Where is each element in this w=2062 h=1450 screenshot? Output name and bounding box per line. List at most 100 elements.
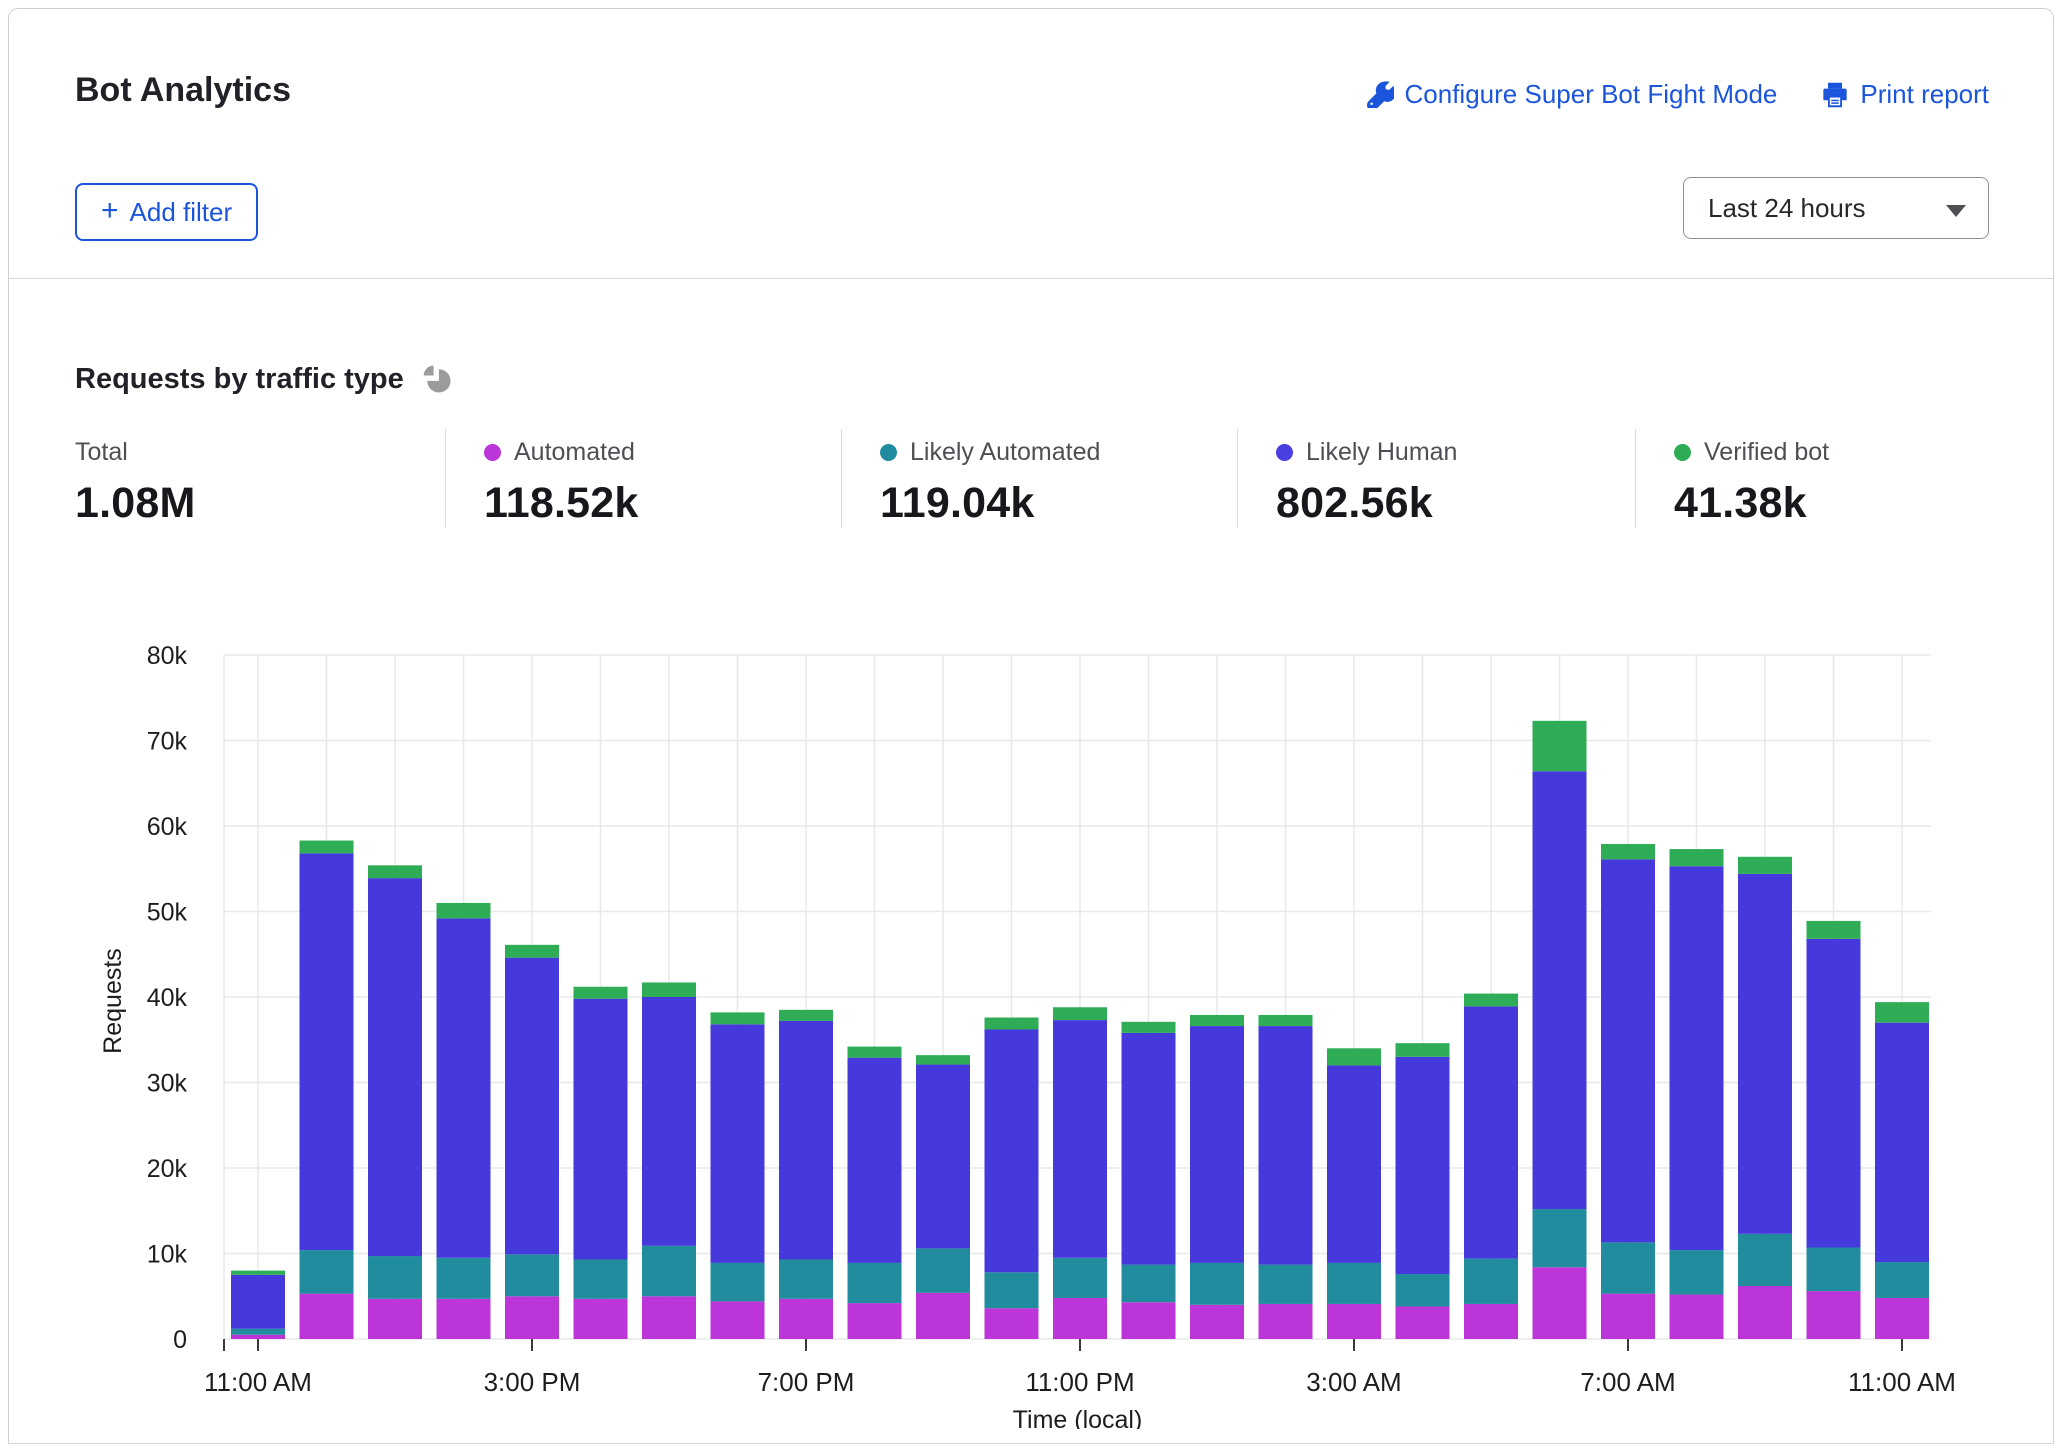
bar-segment-likely-human[interactable] <box>985 1029 1039 1272</box>
bar-segment-likely-automated[interactable] <box>300 1250 354 1294</box>
bar-segment-automated[interactable] <box>1396 1307 1450 1339</box>
bar-segment-automated[interactable] <box>711 1301 765 1339</box>
bar-segment-likely-human[interactable] <box>574 999 628 1260</box>
bar-segment-likely-automated[interactable] <box>1533 1209 1587 1267</box>
bar-segment-likely-automated[interactable] <box>505 1254 559 1296</box>
bar-segment-verified-bot[interactable] <box>985 1018 1039 1030</box>
bar-segment-likely-human[interactable] <box>1259 1026 1313 1265</box>
bar-segment-likely-automated[interactable] <box>1396 1274 1450 1306</box>
bar-segment-automated[interactable] <box>1807 1291 1861 1339</box>
bar-segment-likely-human[interactable] <box>1053 1020 1107 1258</box>
bar-segment-automated[interactable] <box>1670 1295 1724 1339</box>
bar-segment-likely-automated[interactable] <box>1670 1250 1724 1294</box>
bar-segment-likely-automated[interactable] <box>574 1259 628 1298</box>
bar-segment-likely-human[interactable] <box>1807 939 1861 1248</box>
bar-segment-automated[interactable] <box>300 1294 354 1339</box>
bar-segment-verified-bot[interactable] <box>1601 844 1655 859</box>
bar-segment-likely-human[interactable] <box>1396 1057 1450 1274</box>
bar-segment-likely-automated[interactable] <box>1738 1234 1792 1286</box>
bar-segment-automated[interactable] <box>1190 1305 1244 1339</box>
bar-segment-likely-automated[interactable] <box>711 1263 765 1301</box>
bar-segment-verified-bot[interactable] <box>505 945 559 958</box>
bar-segment-verified-bot[interactable] <box>574 987 628 999</box>
bar-segment-likely-automated[interactable] <box>985 1272 1039 1308</box>
bar-segment-automated[interactable] <box>574 1299 628 1339</box>
add-filter-button[interactable]: + Add filter <box>75 183 258 241</box>
bar-segment-likely-automated[interactable] <box>231 1329 285 1335</box>
bar-segment-likely-automated[interactable] <box>1190 1263 1244 1305</box>
bar-segment-verified-bot[interactable] <box>1396 1043 1450 1057</box>
bar-segment-verified-bot[interactable] <box>1122 1022 1176 1033</box>
bar-segment-likely-human[interactable] <box>368 878 422 1256</box>
bar-segment-verified-bot[interactable] <box>1464 994 1518 1007</box>
bar-segment-verified-bot[interactable] <box>1533 721 1587 771</box>
bar-segment-verified-bot[interactable] <box>1053 1007 1107 1020</box>
bar-segment-verified-bot[interactable] <box>711 1012 765 1024</box>
bar-segment-automated[interactable] <box>368 1299 422 1339</box>
bar-segment-likely-automated[interactable] <box>1122 1265 1176 1303</box>
requests-by-traffic-type-chart[interactable]: 010k20k30k40k50k60k70k80kRequests11:00 A… <box>99 639 1959 1429</box>
bar-segment-automated[interactable] <box>437 1299 491 1339</box>
bar-segment-likely-automated[interactable] <box>1807 1248 1861 1292</box>
bar-segment-likely-human[interactable] <box>1122 1033 1176 1265</box>
time-range-select[interactable]: Last 24 hours <box>1683 177 1989 239</box>
bar-segment-verified-bot[interactable] <box>1738 857 1792 874</box>
bar-segment-verified-bot[interactable] <box>368 865 422 878</box>
bar-segment-likely-human[interactable] <box>505 958 559 1255</box>
bar-segment-verified-bot[interactable] <box>231 1271 285 1275</box>
print-report-link[interactable]: Print report <box>1821 79 1989 110</box>
bar-segment-likely-human[interactable] <box>1464 1006 1518 1258</box>
bar-segment-automated[interactable] <box>1327 1304 1381 1339</box>
bar-segment-likely-automated[interactable] <box>1875 1262 1929 1298</box>
bar-segment-automated[interactable] <box>642 1296 696 1339</box>
bar-segment-likely-automated[interactable] <box>779 1259 833 1298</box>
bar-segment-likely-human[interactable] <box>779 1021 833 1260</box>
bar-segment-likely-human[interactable] <box>300 853 354 1250</box>
bar-segment-verified-bot[interactable] <box>1875 1002 1929 1023</box>
bar-segment-automated[interactable] <box>985 1308 1039 1339</box>
bar-segment-likely-automated[interactable] <box>437 1258 491 1299</box>
bar-segment-verified-bot[interactable] <box>437 903 491 918</box>
bar-segment-automated[interactable] <box>779 1299 833 1339</box>
bar-segment-likely-human[interactable] <box>231 1275 285 1329</box>
bar-segment-likely-automated[interactable] <box>1259 1265 1313 1304</box>
bar-segment-likely-human[interactable] <box>1190 1026 1244 1263</box>
bar-segment-likely-human[interactable] <box>1601 859 1655 1242</box>
bar-segment-likely-human[interactable] <box>1533 771 1587 1209</box>
bar-segment-automated[interactable] <box>1259 1304 1313 1339</box>
bar-segment-verified-bot[interactable] <box>1327 1048 1381 1065</box>
bar-segment-likely-automated[interactable] <box>368 1256 422 1299</box>
configure-super-bot-fight-mode-link[interactable]: Configure Super Bot Fight Mode <box>1367 79 1778 110</box>
bar-segment-automated[interactable] <box>1738 1286 1792 1339</box>
bar-segment-likely-human[interactable] <box>1327 1065 1381 1263</box>
bar-segment-verified-bot[interactable] <box>300 841 354 854</box>
bar-segment-verified-bot[interactable] <box>1259 1015 1313 1026</box>
bar-segment-automated[interactable] <box>1875 1298 1929 1339</box>
bar-segment-automated[interactable] <box>1601 1294 1655 1339</box>
bar-segment-verified-bot[interactable] <box>848 1047 902 1058</box>
bar-segment-automated[interactable] <box>1464 1304 1518 1339</box>
bar-segment-automated[interactable] <box>505 1296 559 1339</box>
bar-segment-automated[interactable] <box>916 1293 970 1339</box>
bar-segment-likely-human[interactable] <box>1875 1023 1929 1262</box>
bar-segment-likely-automated[interactable] <box>848 1263 902 1303</box>
bar-segment-verified-bot[interactable] <box>642 982 696 997</box>
bar-segment-automated[interactable] <box>231 1335 285 1339</box>
bar-segment-likely-human[interactable] <box>437 918 491 1257</box>
bar-segment-automated[interactable] <box>1533 1267 1587 1339</box>
bar-segment-likely-automated[interactable] <box>642 1246 696 1296</box>
bar-segment-likely-automated[interactable] <box>1464 1259 1518 1304</box>
bar-segment-likely-automated[interactable] <box>1053 1258 1107 1298</box>
bar-segment-likely-automated[interactable] <box>916 1248 970 1292</box>
bar-segment-likely-automated[interactable] <box>1601 1242 1655 1293</box>
bar-segment-likely-human[interactable] <box>711 1024 765 1263</box>
bar-segment-automated[interactable] <box>1122 1302 1176 1339</box>
bar-segment-verified-bot[interactable] <box>1807 921 1861 939</box>
bar-segment-likely-human[interactable] <box>848 1058 902 1263</box>
bar-segment-automated[interactable] <box>848 1303 902 1339</box>
bar-segment-likely-human[interactable] <box>1738 874 1792 1234</box>
bar-segment-likely-automated[interactable] <box>1327 1263 1381 1304</box>
bar-segment-verified-bot[interactable] <box>1670 849 1724 866</box>
bar-segment-verified-bot[interactable] <box>779 1010 833 1021</box>
bar-segment-likely-human[interactable] <box>1670 866 1724 1250</box>
